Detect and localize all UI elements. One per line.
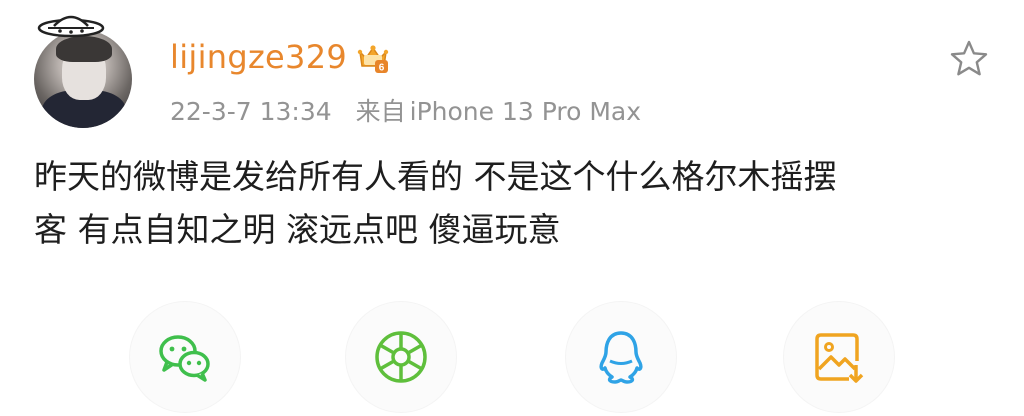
vip-level-number: 6 [379,63,385,74]
weibo-post-card: lijingze329 6 22-3-7 13:34 来自 iPhone 13 P… [0,0,1024,416]
post-text-line: 昨天的微博是发给所有人看的 不是这个什么格尔木摇摆 [34,157,837,196]
ufo-pendant-icon [37,15,105,38]
post-meta: 22-3-7 13:34 来自 iPhone 13 Pro Max [170,92,641,128]
username[interactable]: lijingze329 [170,38,347,76]
post-timestamp: 22-3-7 13:34 [170,97,332,126]
wechat-moments-icon [375,331,427,383]
avatar[interactable] [30,6,138,130]
save-image-icon [815,333,864,383]
save-image-button[interactable] [784,302,894,412]
vip-crown-badge-icon[interactable]: 6 [356,42,390,74]
share-qq-button[interactable] [566,302,676,412]
wechat-icon [159,335,210,382]
qq-icon [599,331,643,384]
post-text-line: 客 有点自知之明 滚远点吧 傻逼玩意 [34,210,561,249]
share-moments-button[interactable] [346,302,456,412]
share-wechat-button[interactable] [130,302,240,412]
post-source-prefix: 来自 [355,97,406,126]
star-outline-icon[interactable] [948,38,990,80]
avatar-photo [34,30,132,128]
post-text: 昨天的微博是发给所有人看的 不是这个什么格尔木摇摆 客 有点自知之明 滚远点吧 … [34,150,994,256]
post-source-device[interactable]: iPhone 13 Pro Max [410,97,641,126]
